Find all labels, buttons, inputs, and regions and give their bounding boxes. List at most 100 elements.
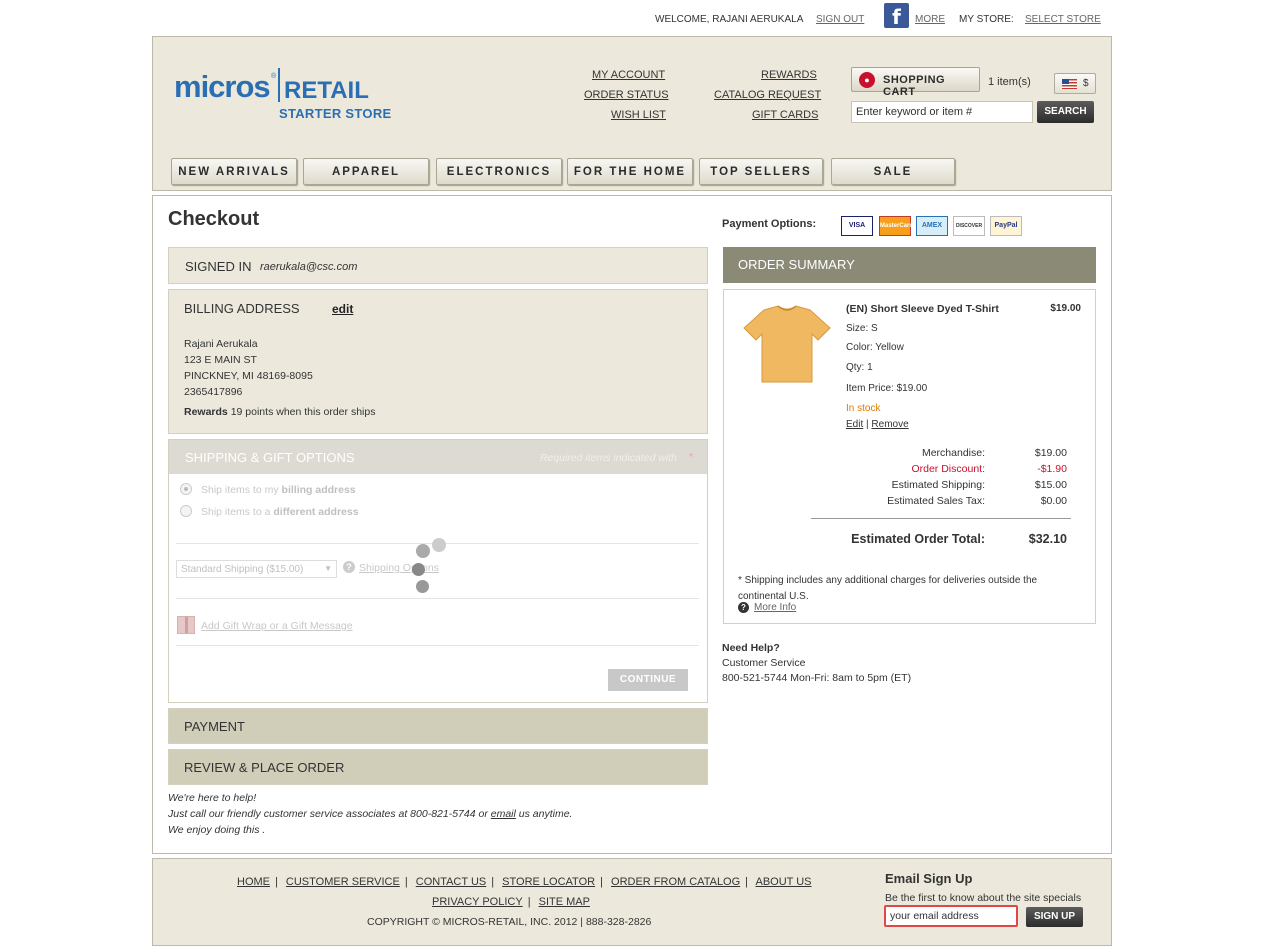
review-place-order-panel[interactable]: REVIEW & PLACE ORDER [168,749,708,785]
shipping-method-select[interactable]: Standard Shipping ($15.00) ▼ [176,560,337,578]
nav-apparel[interactable]: APPAREL [303,158,429,185]
visa-icon: VISA [841,216,873,236]
my-account-link[interactable]: MY ACCOUNT [592,69,665,81]
currency-selector[interactable]: $ [1054,73,1096,94]
select-store-link[interactable]: SELECT STORE [1025,14,1101,25]
email-link[interactable]: email [491,808,516,820]
gift-wrap-link[interactable]: Add Gift Wrap or a Gift Message [201,620,353,632]
help-icon[interactable]: ? [343,561,355,573]
product-remove-link[interactable]: Remove [871,419,908,430]
amex-icon: AMEX [916,216,948,236]
nav-sale[interactable]: SALE [831,158,955,185]
help-icon[interactable]: ? [738,602,749,613]
chevron-down-icon: ▼ [324,564,332,573]
mastercard-icon: MasterCard [879,216,913,236]
nav-new-arrivals[interactable]: NEW ARRIVALS [171,158,297,185]
sign-out-link[interactable]: SIGN OUT [816,14,864,25]
footer-site-map-link[interactable]: SITE MAP [539,896,590,908]
shipping-value: $15.00 [1034,479,1067,491]
product-image[interactable] [742,304,832,384]
paypal-icon: PayPal [990,216,1022,236]
need-help-line2: 800-521-5744 Mon-Fri: 8am to 5pm (ET) [722,672,912,684]
need-help-heading: Need Help? [722,642,780,654]
logo-registered-mark: ® [271,73,277,80]
continue-button[interactable]: CONTINUE [608,669,688,691]
footer-privacy-policy-link[interactable]: PRIVACY POLICY [432,896,523,908]
wish-list-link[interactable]: WISH LIST [611,109,666,121]
copyright: COPYRIGHT © MICROS-RETAIL, INC. 2012 | 8… [367,916,652,928]
logo-starter-store: STARTER STORE [279,106,392,121]
facebook-icon[interactable]: f [884,3,909,29]
divider [176,598,699,599]
ship-different-radio[interactable] [180,505,192,517]
cart-label: SHOPPING CART [883,74,946,98]
total-label: Estimated Order Total: [851,532,985,546]
catalog-request-link[interactable]: CATALOG REQUEST [714,89,821,101]
nav-electronics[interactable]: ELECTRONICS [436,158,562,185]
stock-status: In stock [846,403,881,414]
product-actions: Edit | Remove [846,419,909,430]
merchandise-value: $19.00 [1034,447,1067,459]
more-info-link[interactable]: More Info [754,602,796,613]
option1-prefix: Ship items to my [201,484,279,496]
order-status-link[interactable]: ORDER STATUS [584,89,669,101]
gift-cards-link[interactable]: GIFT CARDS [752,109,818,121]
gift-icon [177,616,195,634]
rewards-label: Rewards [184,406,228,418]
sign-up-button[interactable]: SIGN UP [1026,907,1083,927]
footer-store-locator-link[interactable]: STORE LOCATOR [502,876,595,888]
more-link[interactable]: MORE [915,14,945,25]
product-name[interactable]: (EN) Short Sleeve Dyed T-Shirt [846,303,999,315]
shipping-method-value: Standard Shipping ($15.00) [181,564,304,575]
my-store-label: MY STORE: [959,14,1014,25]
footer-order-from-catalog-link[interactable]: ORDER FROM CATALOG [611,876,740,888]
billing-heading: BILLING ADDRESS [184,301,300,316]
nav-for-the-home[interactable]: FOR THE HOME [567,158,693,185]
option2-bold: different address [273,506,359,518]
search-input[interactable] [851,101,1033,123]
payment-options-label: Payment Options: [722,218,817,230]
page-title: Checkout [168,208,260,230]
us-flag-icon [1062,79,1077,89]
footer-about-us-link[interactable]: ABOUT US [755,876,811,888]
order-summary-box: (EN) Short Sleeve Dyed T-Shirt $19.00 Si… [723,289,1096,624]
order-summary-heading: ORDER SUMMARY [738,257,855,272]
billing-edit-link[interactable]: edit [332,302,353,316]
ship-billing-radio[interactable] [180,483,192,495]
rewards-link[interactable]: REWARDS [761,69,817,81]
shipping-heading: SHIPPING & GIFT OPTIONS [185,450,355,465]
search-button[interactable]: SEARCH [1037,101,1094,123]
payment-heading: PAYMENT [184,719,245,734]
help-line-1: We're here to help! [168,792,257,804]
tax-label: Estimated Sales Tax: [887,495,985,507]
shopping-cart-button[interactable]: ● SHOPPING CART [851,67,980,98]
footer-contact-us-link[interactable]: CONTACT US [416,876,487,888]
nav-top-sellers[interactable]: TOP SELLERS [699,158,823,185]
required-note: Required items indicated with [539,452,677,464]
logo-micros: micros [174,69,271,104]
signed-in-email: raerukala@csc.com [260,261,358,273]
tax-value: $0.00 [1040,495,1067,507]
footer-customer-service-link[interactable]: CUSTOMER SERVICE [286,876,400,888]
action-separator: | [866,419,869,430]
help-line-2-prefix: Just call our friendly customer service … [168,808,488,820]
email-signup-input[interactable]: your email address [884,905,1018,927]
signed-in-panel: SIGNED IN raerukala@csc.com [168,247,708,284]
help-line-2-suffix: us anytime. [518,808,573,820]
discover-icon: DISCOVER [953,216,985,236]
product-color: Color: Yellow [846,342,904,353]
shipping-label: Estimated Shipping: [891,479,985,491]
footer-home-link[interactable]: HOME [237,876,270,888]
product-price: $19.00 [1050,303,1081,314]
need-help: Need Help? Customer Service 800-521-5744… [722,642,911,684]
shipping-gift-panel: SHIPPING & GIFT OPTIONS Required items i… [168,439,708,703]
loading-spinner-icon [412,538,452,594]
product-qty: Qty: 1 [846,362,873,373]
rewards-line: Rewards 19 points when this order ships [184,406,375,418]
logo-divider [278,68,280,102]
email-signup-heading: Email Sign Up [885,871,973,886]
payment-panel[interactable]: PAYMENT [168,708,708,744]
micros-retail-logo[interactable]: micros ® RETAIL STARTER STORE [174,65,394,125]
product-edit-link[interactable]: Edit [846,419,863,430]
cart-item-count: 1 item(s) [988,76,1031,88]
